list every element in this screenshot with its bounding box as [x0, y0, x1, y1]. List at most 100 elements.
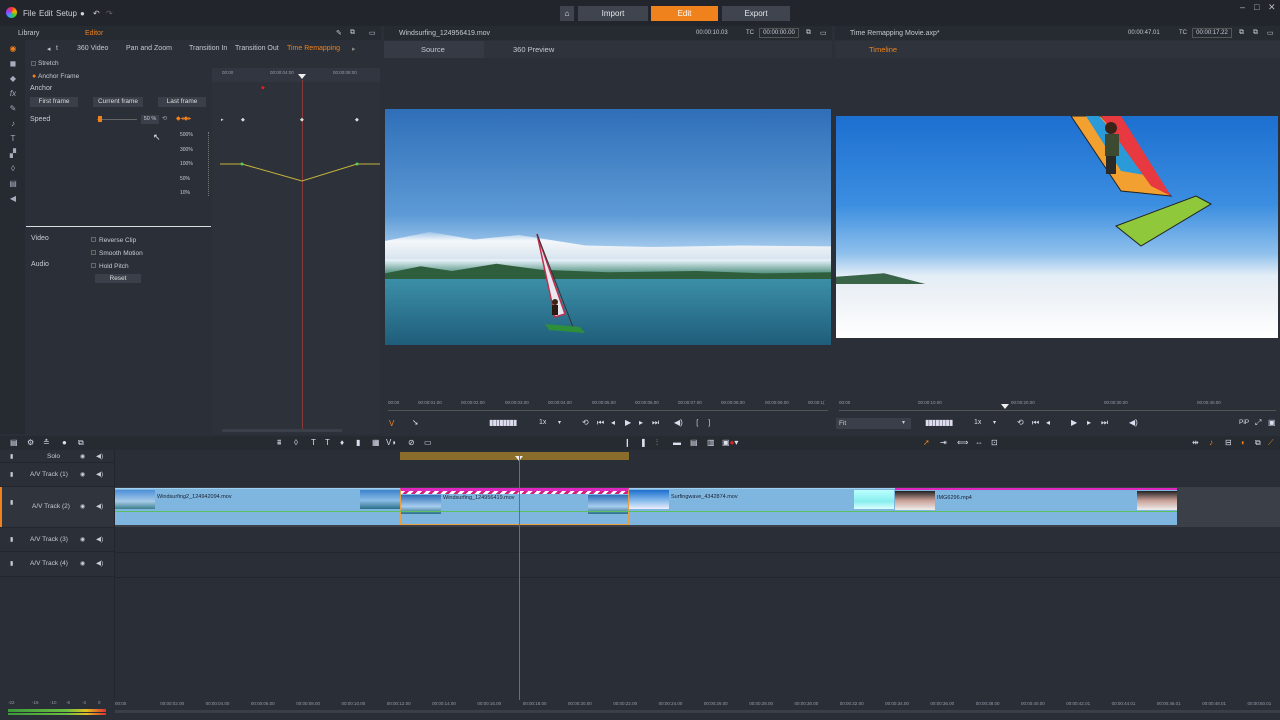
audio-scrub-icon[interactable]: ♪ [1209, 438, 1213, 447]
speaker-icon[interactable]: ◀ [8, 194, 18, 204]
reverse-clip-checkbox[interactable] [91, 237, 96, 242]
anchor-radio-icon[interactable]: ● [32, 73, 36, 80]
audio-icon[interactable]: ♪ [8, 119, 18, 129]
tab-timeline[interactable]: Timeline [869, 45, 897, 54]
preview-step-forward-icon[interactable]: ▸ [1087, 418, 1091, 427]
track1-eye-icon[interactable]: ◉ [80, 471, 85, 478]
source-speed[interactable]: 1x [539, 419, 546, 426]
tab-library[interactable]: Library [18, 30, 39, 37]
preview-speed-dropdown-icon[interactable]: ▾ [993, 419, 996, 426]
preview-pin-icon[interactable]: ⧉ [1253, 29, 1258, 37]
color-wheel-icon[interactable]: ◑ [391, 438, 396, 447]
source-video-frame[interactable] [385, 109, 831, 345]
tab-pan-and-zoom[interactable]: Pan and Zoom [126, 45, 172, 52]
menu-edit[interactable]: Edit [39, 9, 53, 18]
project-timecode-input[interactable]: 00:00:17.22 [1192, 28, 1232, 38]
track3-lock-icon[interactable]: ▮ [10, 536, 13, 543]
trim-icon[interactable]: ⇥ [940, 438, 947, 447]
timeline-clip[interactable]: Windsurfing2_124942094.mov [115, 488, 400, 525]
snapshot-icon[interactable]: ▣ [1268, 418, 1276, 427]
mark-in-icon[interactable]: ❲ [694, 418, 701, 427]
speed-slider[interactable] [97, 119, 137, 120]
grid-icon[interactable]: ▦ [372, 438, 380, 447]
timeline-player-ruler[interactable]: 00:00 00:00:10.00 00:00:20.00 00:00:30.0… [839, 399, 1276, 409]
fit-dropdown[interactable]: Fit ▾ [836, 418, 911, 429]
preview-layout-icon[interactable]: ▭ [1267, 29, 1274, 37]
timeline-clip-selected[interactable]: Windsurfing_124956419.mov [400, 488, 629, 525]
preview-volume-icon[interactable]: ◀) [1129, 418, 1138, 427]
group-icon[interactable]: ⫶ [656, 438, 658, 448]
current-frame-button[interactable]: Current frame [93, 97, 143, 107]
tab-transition-in[interactable]: Transition In [189, 45, 227, 52]
skip-forward-icon[interactable]: ⏭ [652, 418, 659, 428]
volume-icon[interactable]: ◀) [674, 418, 683, 427]
timeline-ruler[interactable]: 00:00 00:00:02.00 00:00:04.00 00:00:06.00 00… [115, 700, 1280, 710]
link-icon[interactable]: ⊘ [408, 438, 415, 447]
play-icon[interactable]: ▶ [625, 418, 631, 427]
preview-play-icon[interactable]: ▶ [1071, 418, 1077, 427]
preview-speed[interactable]: 1x [974, 419, 981, 426]
wrench-icon[interactable]: ⚙ [27, 438, 34, 447]
pin-icon[interactable]: ✎ [336, 29, 342, 37]
source-undock-icon[interactable]: ⧉ [806, 29, 811, 37]
subtitle-icon[interactable]: ▭ [424, 438, 432, 447]
mark-out-icon[interactable]: ❳ [706, 418, 713, 427]
source-ruler[interactable]: 00:00 00:00:01.00 00:00:02.00 00:00:03.0… [388, 399, 828, 409]
mode-import-button[interactable]: Import [578, 6, 648, 21]
hold-pitch-checkbox[interactable] [91, 263, 96, 268]
preview-skip-forward-icon[interactable]: ⏭ [1101, 418, 1108, 428]
preview-skip-back-icon[interactable]: ⏮ [1032, 418, 1039, 428]
preview-step-back-icon[interactable]: ◂ [1046, 418, 1050, 427]
track2-eye-icon[interactable]: ◉ [80, 503, 85, 510]
tab-time-remapping[interactable]: Time Remapping [287, 45, 340, 52]
source-layout-icon[interactable]: ▭ [820, 29, 827, 37]
select-tool-icon[interactable]: ➚ [923, 438, 930, 447]
timeline-scrollbar[interactable] [115, 710, 1280, 713]
undo-icon[interactable]: ↶ [93, 9, 100, 18]
pip-button[interactable]: PiP [1239, 419, 1249, 426]
last-frame-button[interactable]: Last frame [158, 97, 206, 107]
tab-source[interactable]: Source [421, 45, 445, 54]
first-frame-button[interactable]: First frame [30, 97, 78, 107]
menu-setup[interactable]: Setup [56, 9, 77, 18]
camera-icon[interactable]: ◼ [8, 59, 18, 69]
tab-cut[interactable]: t [56, 45, 58, 52]
pointer-icon[interactable]: ➘ [412, 418, 419, 427]
track4-lock-icon[interactable]: ▮ [10, 560, 13, 567]
close-icon[interactable]: ✕ [1268, 2, 1276, 13]
shuttle-icon[interactable]: ▮▮▮▮▮▮▮▮ [489, 418, 517, 427]
track2-volume-icon[interactable]: ◀) [96, 502, 103, 510]
mode-edit-button[interactable]: Edit [651, 6, 718, 21]
razor-icon[interactable]: ◊ [294, 438, 298, 447]
redo-icon[interactable]: ↷ [106, 9, 113, 18]
preview-undock-icon[interactable]: ⧉ [1239, 29, 1244, 37]
paint-icon[interactable]: ▞ [8, 149, 18, 159]
fit-timeline-icon[interactable]: ⊡ [991, 438, 998, 447]
slide-icon[interactable]: ⇔ [975, 438, 983, 447]
track1-name[interactable]: A/V Track (1) [30, 471, 68, 478]
loop-icon[interactable]: ⟲ [582, 418, 589, 427]
preview-shuttle-icon[interactable]: ▮▮▮▮▮▮▮▮ [925, 418, 953, 427]
magnet-icon[interactable]: ● [62, 438, 67, 447]
text-tool-icon[interactable]: T [311, 438, 316, 447]
track3-volume-icon[interactable]: ◀) [96, 535, 103, 543]
record-icon[interactable]: ▣●▾ [722, 438, 738, 447]
help-icon[interactable]: ● [80, 9, 85, 18]
split-icon[interactable]: ❙ [624, 438, 631, 447]
smooth-motion-checkbox[interactable] [91, 250, 96, 255]
fullscreen-icon[interactable]: ⤢ [1255, 418, 1261, 428]
layout-icon[interactable]: ▭ [369, 29, 376, 37]
speed-reset-icon[interactable]: ⟲ [162, 115, 167, 122]
mode-export-button[interactable]: Export [722, 6, 790, 21]
tab-prev-icon[interactable]: ◂ [47, 45, 51, 53]
maximize-icon[interactable]: □ [1254, 2, 1259, 12]
menu-file[interactable]: File [23, 9, 36, 18]
tab-360-preview[interactable]: 360 Preview [513, 45, 554, 54]
mixer-icon[interactable]: ⩩ [277, 438, 281, 448]
scroll-icon[interactable]: ⇹ [1192, 438, 1199, 447]
title-icon[interactable]: T [8, 134, 18, 144]
track4-volume-icon[interactable]: ◀) [96, 559, 103, 567]
track1-lock-icon[interactable]: ▮ [10, 471, 13, 478]
step-back-icon[interactable]: ◂ [611, 418, 615, 427]
track1-volume-icon[interactable]: ◀) [96, 470, 103, 478]
